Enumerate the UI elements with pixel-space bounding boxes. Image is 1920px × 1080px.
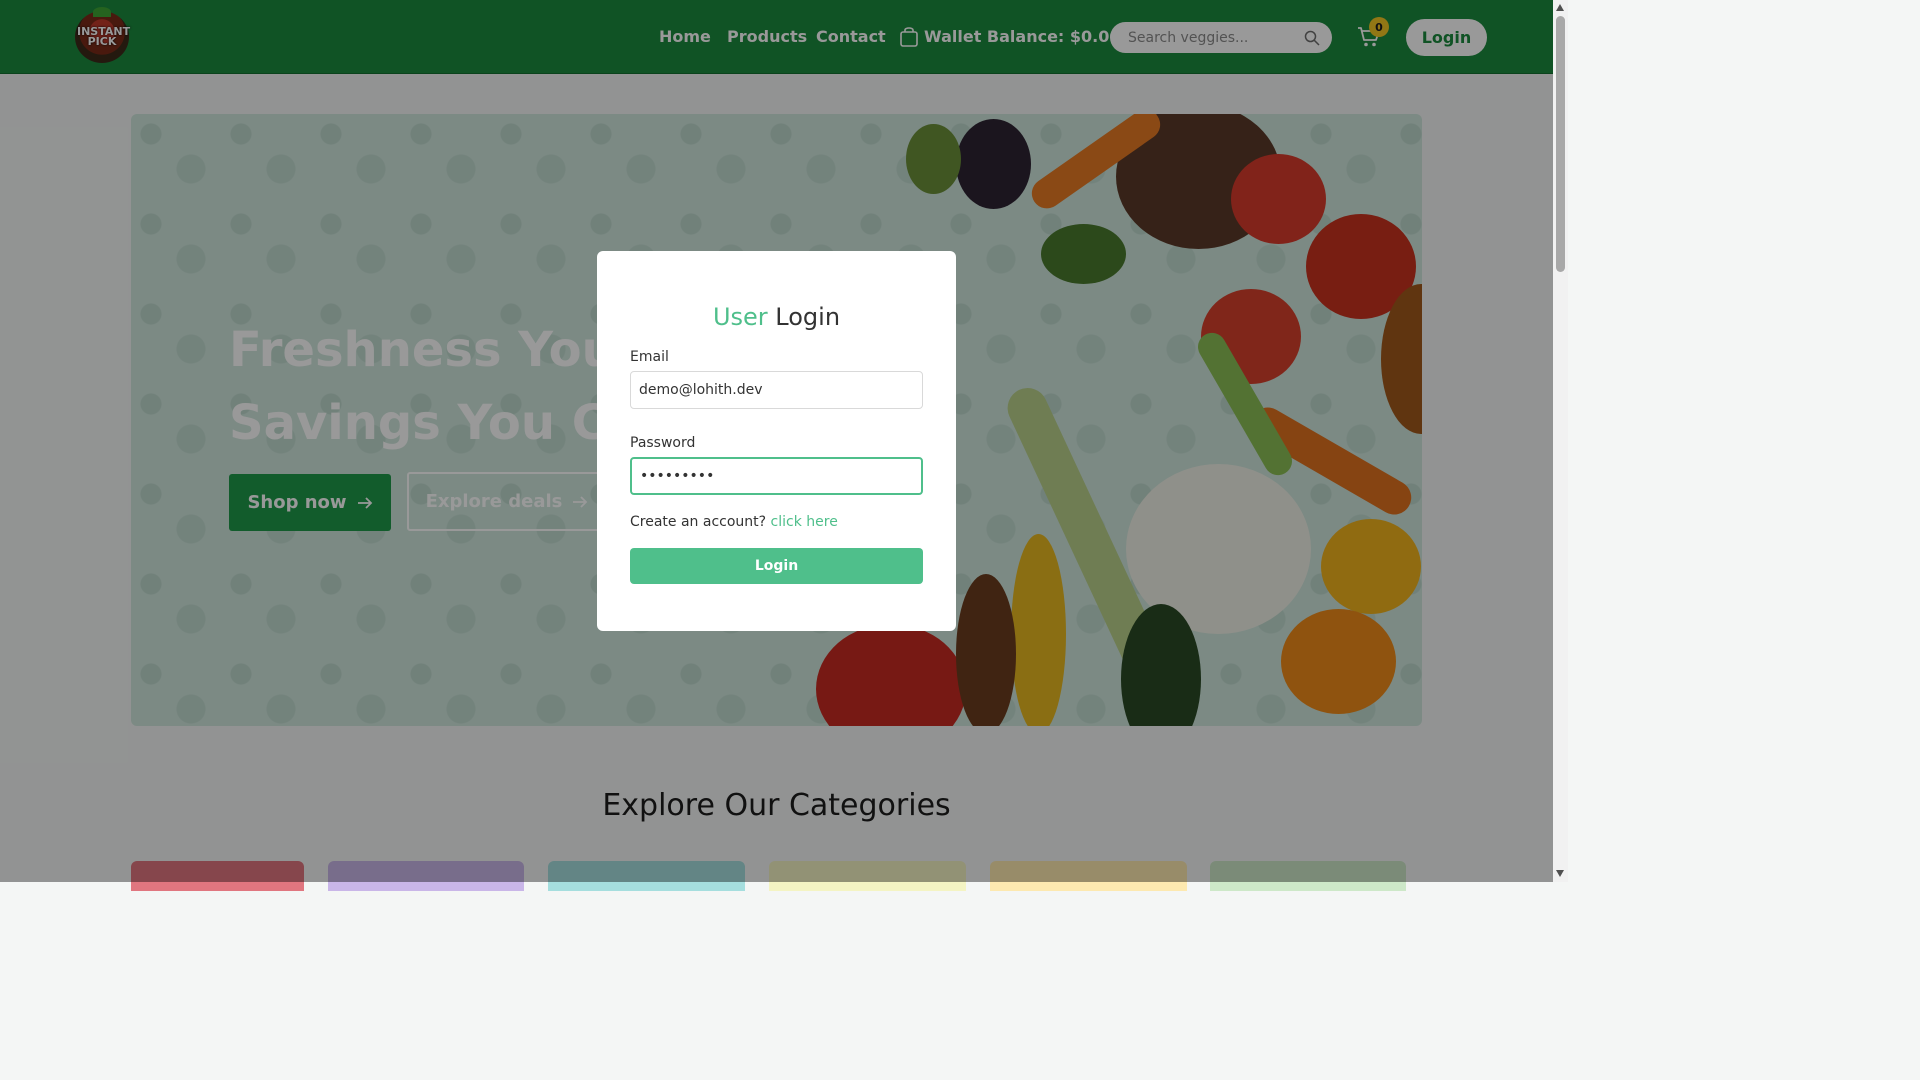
create-account-text: Create an account? [630, 514, 767, 530]
create-account-row: Create an account? click here [630, 514, 923, 530]
login-submit-button[interactable]: Login [630, 548, 923, 584]
login-title-accent: User [712, 303, 768, 331]
login-title-rest: Login [775, 303, 841, 331]
scrollbar-thumb[interactable] [1556, 16, 1565, 272]
password-label: Password [630, 435, 696, 451]
password-field[interactable] [630, 457, 923, 495]
scroll-up-arrow-icon[interactable] [1556, 4, 1564, 11]
scroll-down-arrow-icon[interactable] [1556, 870, 1564, 877]
email-field[interactable] [630, 371, 923, 409]
email-label: Email [630, 349, 669, 365]
page-scrollbar[interactable] [1553, 0, 1568, 882]
register-link[interactable]: click here [771, 514, 838, 530]
login-modal-title: User Login [630, 303, 923, 331]
user-login-modal: User Login Email Password Create an acco… [597, 251, 956, 631]
